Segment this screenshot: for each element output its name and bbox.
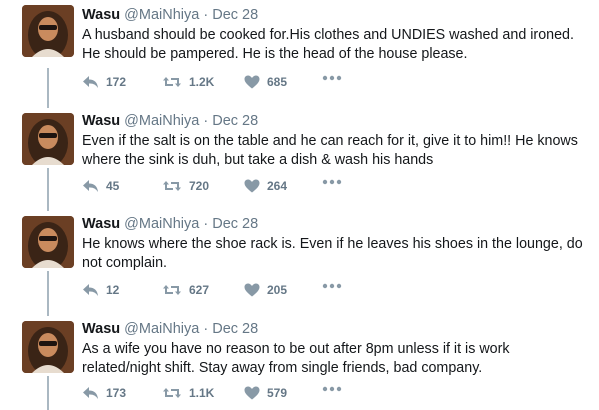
thread-connector bbox=[47, 376, 49, 410]
reply-icon bbox=[83, 387, 98, 399]
tweet-thread: Wasu @MaiNhiya · Dec 28 A husband should… bbox=[0, 0, 599, 410]
thread-connector bbox=[47, 68, 49, 108]
tweet[interactable]: Wasu @MaiNhiya · Dec 28 As a wife you ha… bbox=[0, 316, 599, 410]
thread-connector bbox=[47, 271, 49, 316]
retweet-button[interactable]: 627 bbox=[162, 283, 209, 297]
like-count: 205 bbox=[267, 283, 288, 297]
like-count: 579 bbox=[267, 386, 288, 400]
user-handle[interactable]: @MaiNhiya bbox=[124, 113, 199, 129]
reply-icon bbox=[83, 180, 98, 192]
more-icon bbox=[322, 75, 342, 81]
like-count: 264 bbox=[267, 179, 288, 193]
reply-count: 172 bbox=[106, 75, 127, 89]
more-icon bbox=[322, 179, 342, 185]
retweet-button[interactable]: 720 bbox=[162, 179, 209, 193]
retweet-icon bbox=[163, 388, 181, 398]
reply-button[interactable]: 12 bbox=[82, 283, 119, 297]
display-name[interactable]: Wasu bbox=[82, 7, 120, 23]
separator: · bbox=[203, 321, 209, 337]
tweet-date[interactable]: Dec 28 bbox=[212, 7, 258, 23]
user-handle[interactable]: @MaiNhiya bbox=[124, 321, 199, 337]
tweet-text: A husband should be cooked for.His cloth… bbox=[82, 27, 574, 62]
separator: · bbox=[203, 216, 209, 232]
tweet-text: As a wife you have no reason to be out a… bbox=[82, 341, 510, 376]
tweet-text: Even if the salt is on the table and he … bbox=[82, 133, 578, 168]
retweet-count: 627 bbox=[189, 283, 210, 297]
retweet-icon bbox=[163, 285, 181, 295]
retweet-button[interactable]: 1.2K bbox=[162, 75, 214, 89]
like-button[interactable]: 685 bbox=[244, 75, 287, 89]
reply-count: 45 bbox=[106, 179, 120, 193]
reply-count: 12 bbox=[106, 283, 120, 297]
reply-button[interactable]: 173 bbox=[82, 386, 126, 400]
tweet-date[interactable]: Dec 28 bbox=[212, 216, 258, 232]
more-icon bbox=[322, 283, 342, 289]
retweet-count: 720 bbox=[189, 179, 210, 193]
tweet[interactable]: Wasu @MaiNhiya · Dec 28 A husband should… bbox=[0, 0, 599, 108]
avatar[interactable] bbox=[22, 216, 74, 268]
user-handle[interactable]: @MaiNhiya bbox=[124, 7, 199, 23]
like-count: 685 bbox=[267, 75, 288, 89]
reply-button[interactable]: 172 bbox=[82, 75, 126, 89]
tweet[interactable]: Wasu @MaiNhiya · Dec 28 He knows where t… bbox=[0, 211, 599, 316]
tweet-date[interactable]: Dec 28 bbox=[212, 113, 258, 129]
like-button[interactable]: 579 bbox=[244, 386, 287, 400]
heart-icon bbox=[244, 179, 260, 193]
display-name[interactable]: Wasu bbox=[82, 113, 120, 129]
display-name[interactable]: Wasu bbox=[82, 216, 120, 232]
more-button[interactable] bbox=[322, 283, 342, 289]
more-button[interactable] bbox=[322, 386, 342, 392]
heart-icon bbox=[244, 283, 260, 297]
avatar[interactable] bbox=[22, 321, 74, 373]
more-button[interactable] bbox=[322, 179, 342, 185]
separator: · bbox=[203, 113, 209, 129]
heart-icon bbox=[244, 386, 260, 400]
retweet-button[interactable]: 1.1K bbox=[162, 386, 214, 400]
reply-icon bbox=[83, 284, 98, 296]
avatar[interactable] bbox=[22, 113, 74, 165]
retweet-icon bbox=[163, 181, 181, 191]
like-button[interactable]: 264 bbox=[244, 179, 287, 193]
reply-button[interactable]: 45 bbox=[82, 179, 119, 193]
retweet-icon bbox=[163, 77, 181, 87]
more-icon bbox=[322, 386, 342, 392]
user-handle[interactable]: @MaiNhiya bbox=[124, 216, 199, 232]
heart-icon bbox=[244, 75, 260, 89]
retweet-count: 1.2K bbox=[189, 75, 215, 89]
retweet-count: 1.1K bbox=[189, 386, 215, 400]
tweet[interactable]: Wasu @MaiNhiya · Dec 28 Even if the salt… bbox=[0, 108, 599, 211]
avatar[interactable] bbox=[22, 5, 74, 57]
tweet-text: He knows where the shoe rack is. Even if… bbox=[82, 236, 583, 271]
like-button[interactable]: 205 bbox=[244, 283, 287, 297]
separator: · bbox=[203, 7, 209, 23]
more-button[interactable] bbox=[322, 75, 342, 81]
reply-count: 173 bbox=[106, 386, 127, 400]
reply-icon bbox=[83, 76, 98, 88]
tweet-date[interactable]: Dec 28 bbox=[212, 321, 258, 337]
display-name[interactable]: Wasu bbox=[82, 321, 120, 337]
thread-connector bbox=[47, 168, 49, 211]
